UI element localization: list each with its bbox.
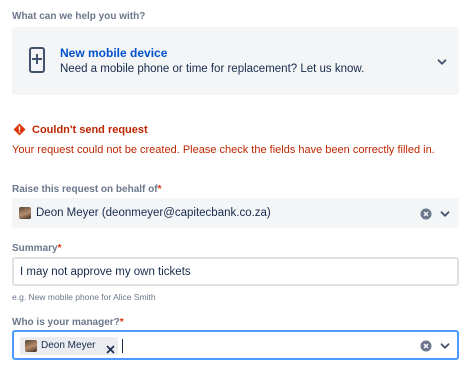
- on-behalf-label-text: Raise this request on behalf of: [12, 184, 158, 195]
- mobile-device-icon: [28, 47, 46, 78]
- chevron-down-icon[interactable]: [439, 339, 451, 351]
- summary-label-text: Summary: [12, 243, 58, 254]
- request-form: What can we help you with? New mobile de…: [0, 0, 474, 366]
- summary-label: Summary*: [12, 243, 61, 254]
- chevron-down-icon[interactable]: [436, 55, 448, 73]
- clear-icon[interactable]: [420, 339, 432, 352]
- required-mark: *: [119, 317, 124, 328]
- chevron-down-icon[interactable]: [439, 207, 451, 219]
- on-behalf-label: Raise this request on behalf of*: [12, 184, 162, 195]
- on-behalf-select[interactable]: Deon Meyer (deonmeyer@capitecbank.co.za): [12, 198, 459, 228]
- error-icon: [13, 123, 26, 141]
- request-type-title: New mobile device: [60, 46, 168, 60]
- error-title: Couldn't send request: [32, 124, 148, 136]
- avatar: [19, 207, 31, 219]
- error-message: Your request could not be created. Pleas…: [12, 144, 435, 156]
- request-type-description: Need a mobile phone or time for replacem…: [60, 63, 365, 75]
- text-cursor: [122, 339, 123, 353]
- manager-label: Who is your manager?*: [12, 317, 124, 328]
- remove-icon[interactable]: [106, 341, 115, 354]
- manager-chip-label: Deon Meyer: [41, 340, 96, 351]
- summary-helper-text: e.g. New mobile phone for Alice Smith: [12, 292, 156, 302]
- manager-select[interactable]: Deon Meyer: [12, 330, 459, 360]
- summary-input[interactable]: [12, 257, 459, 286]
- manager-chip: Deon Meyer: [20, 337, 118, 355]
- request-type-label: What can we help you with?: [12, 11, 145, 22]
- required-mark: *: [157, 184, 162, 195]
- on-behalf-value: Deon Meyer (deonmeyer@capitecbank.co.za): [36, 207, 271, 219]
- clear-icon[interactable]: [420, 207, 432, 220]
- manager-label-text: Who is your manager?: [12, 317, 120, 328]
- avatar: [25, 340, 37, 352]
- required-mark: *: [57, 243, 62, 254]
- request-type-selector[interactable]: New mobile device Need a mobile phone or…: [12, 27, 459, 95]
- request-type-label-text: What can we help you with?: [12, 11, 146, 22]
